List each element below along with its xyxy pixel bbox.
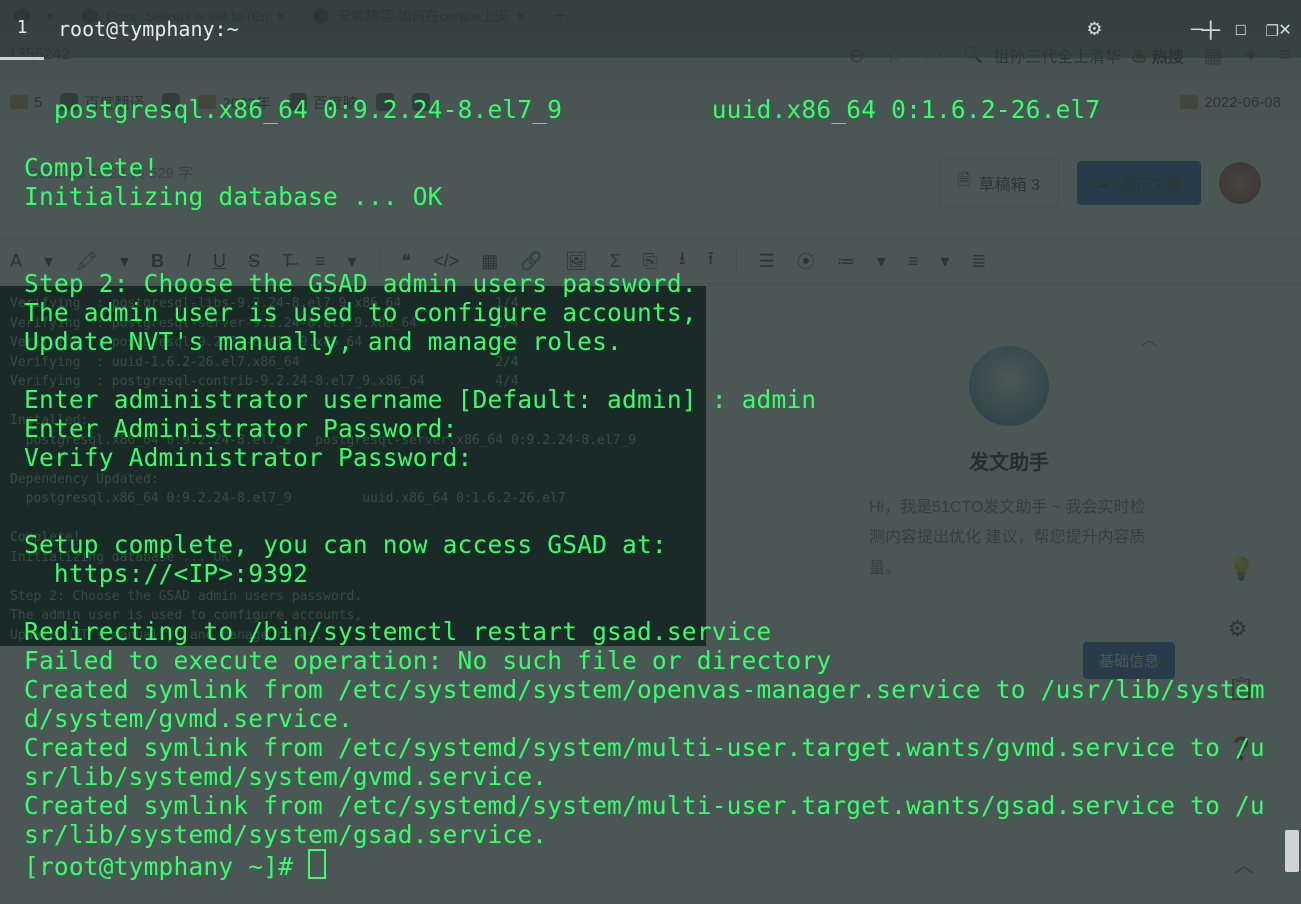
- terminal-window: 1 root@tymphany:~ ＋ ❐ ⚙ — ☐ ✕ postgresql…: [0, 0, 1301, 904]
- terminal-title: root@tymphany:~: [58, 17, 239, 41]
- terminal-body[interactable]: postgresql.x86_64 0:9.2.24-8.el7_9 uuid.…: [24, 66, 1277, 894]
- window-controls: — ☐ ✕: [1191, 16, 1291, 40]
- minimize-icon[interactable]: —: [1191, 16, 1203, 40]
- maximize-icon[interactable]: ☐: [1235, 16, 1247, 40]
- terminal-tab-index[interactable]: 1: [0, 0, 44, 60]
- scrollbar[interactable]: [1285, 830, 1299, 872]
- close-icon[interactable]: ✕: [1279, 16, 1291, 40]
- terminal-titlebar: 1 root@tymphany:~ ＋ ❐: [0, 0, 1301, 58]
- settings-icon[interactable]: ⚙: [1088, 16, 1101, 41]
- cursor: [308, 849, 326, 879]
